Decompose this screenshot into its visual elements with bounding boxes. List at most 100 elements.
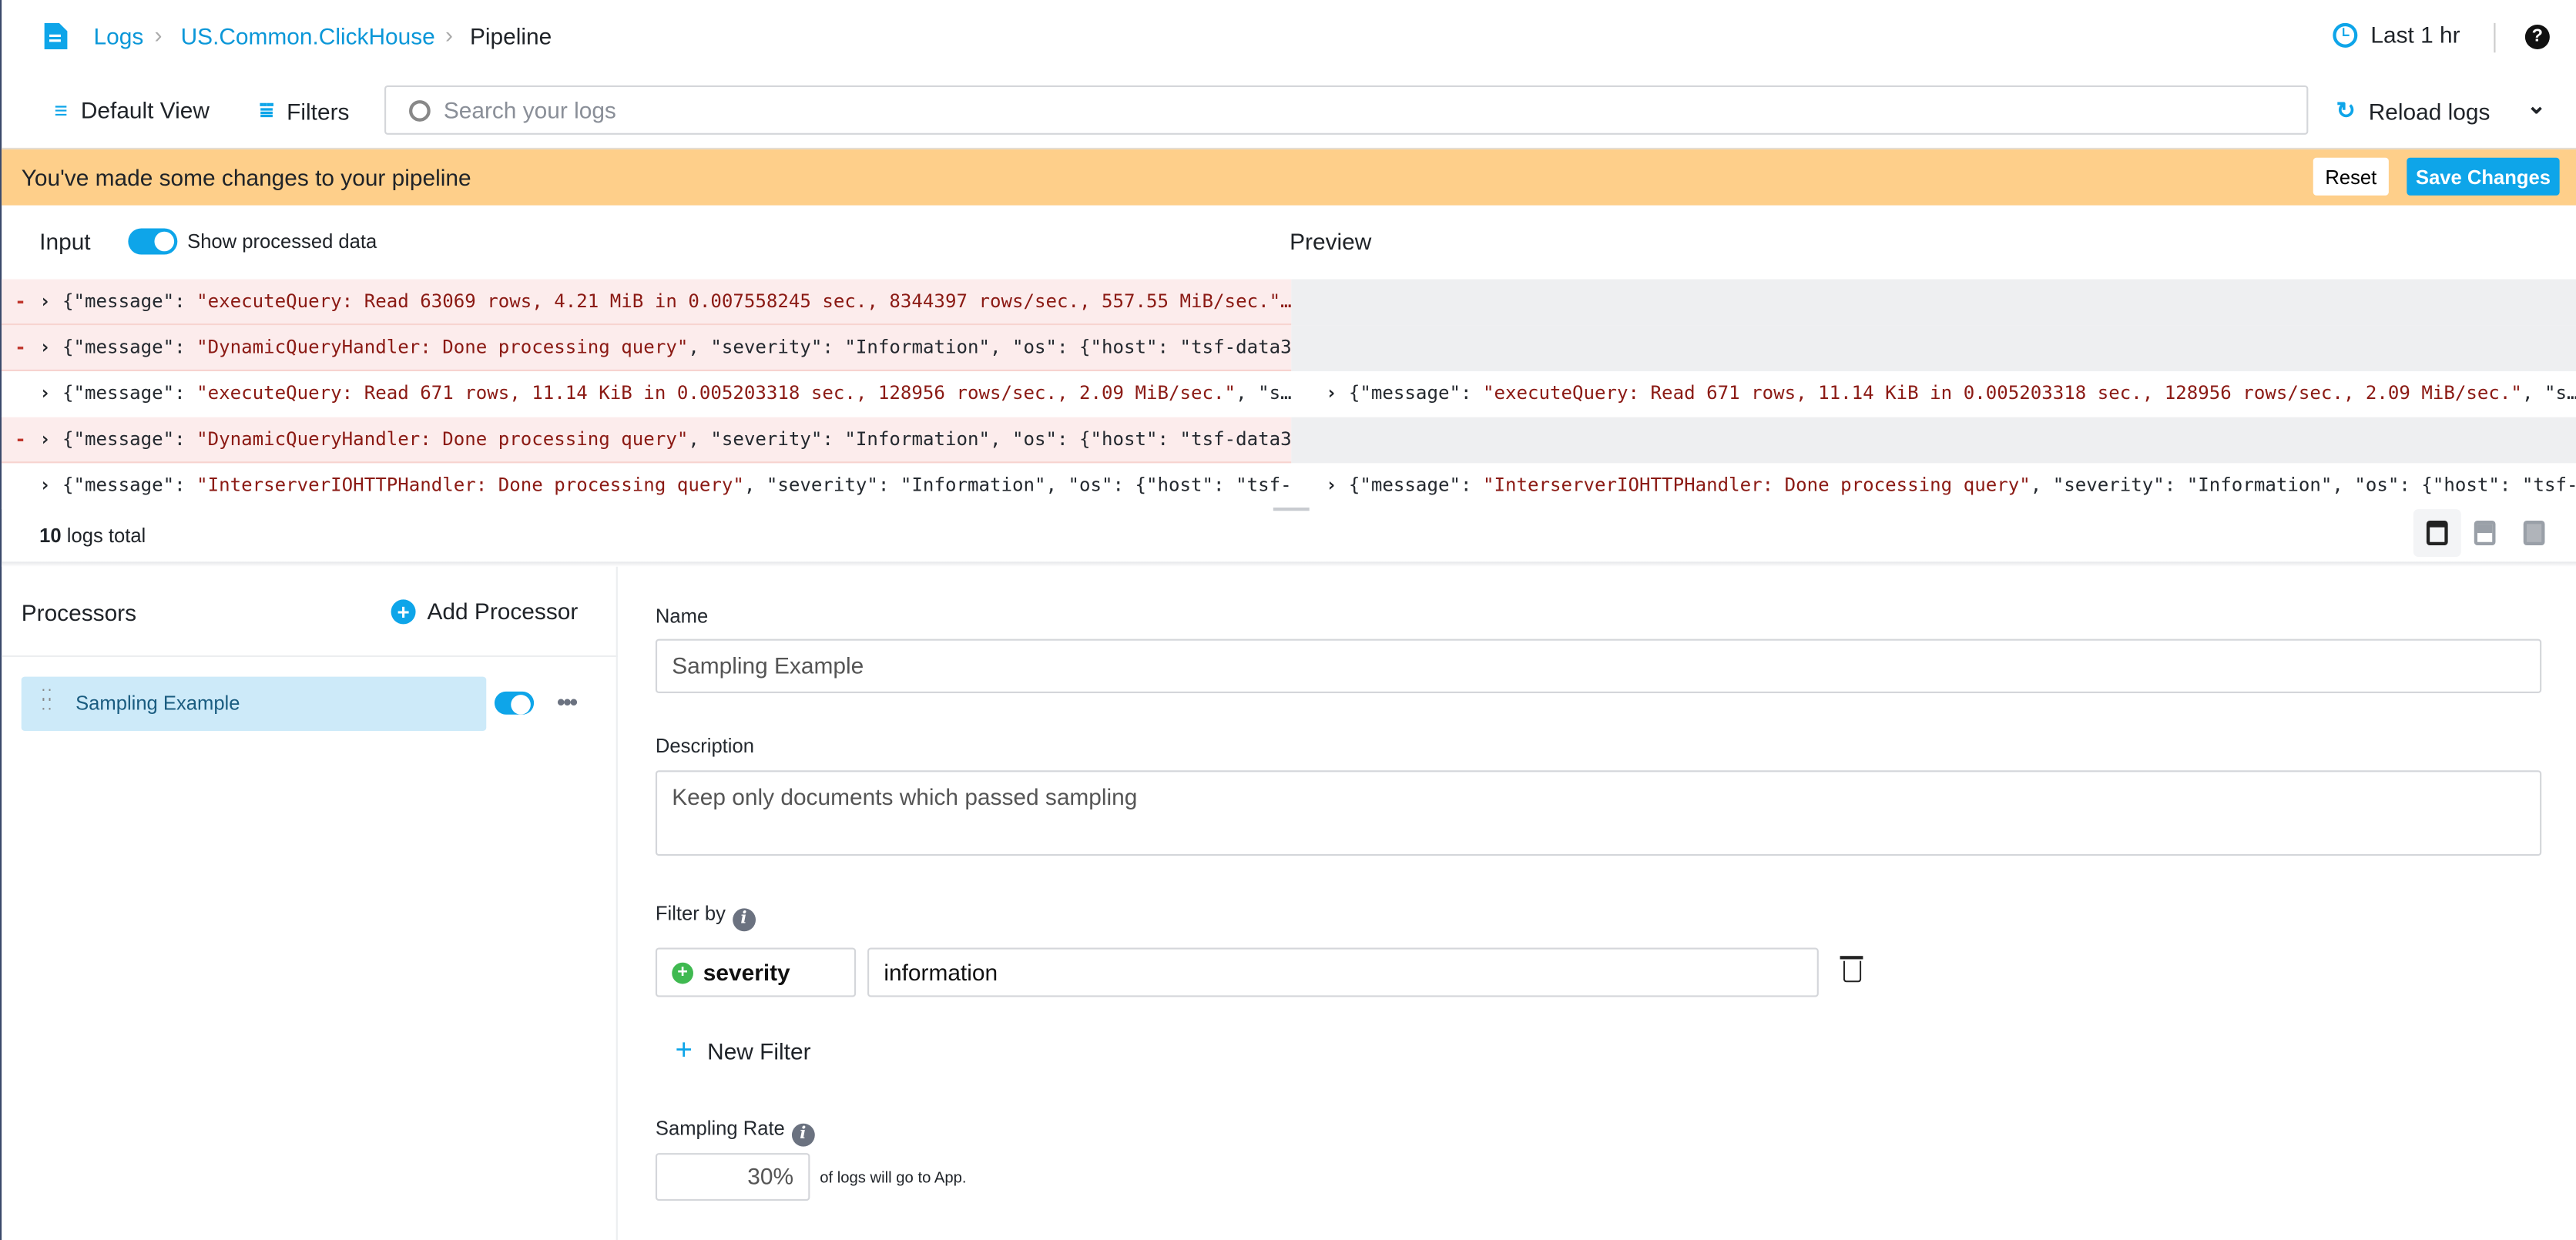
sampling-rate-label: Sampling Rate i [655,1117,815,1147]
filter-field-select[interactable]: + severity [655,947,857,997]
time-range-button[interactable]: Last 1 hr [2333,22,2460,48]
log-row-preview [1291,325,2576,371]
filter-value-input[interactable]: information [867,947,1819,997]
expand-chevron-icon[interactable]: › [39,371,51,416]
drag-handle-icon[interactable]: ⁚⁚ ⁚⁚ [41,688,53,712]
expand-chevron-icon[interactable]: › [1326,463,1337,509]
new-filter-button[interactable]: + New Filter [676,1033,811,1067]
processors-heading: Processors [21,599,137,626]
log-row-input[interactable]: - › {"message": "DynamicQueryHandler: Done… [2,417,1292,464]
layout-split-icon[interactable] [2474,521,2496,546]
removed-marker-icon: - [15,290,26,313]
expand-chevron-icon[interactable]: › [39,463,51,508]
removed-marker-icon: - [15,337,26,358]
expand-chevron-icon[interactable]: › [39,325,51,370]
default-view-label: Default View [80,96,210,123]
sampling-rate-text: Sampling Rate [655,1117,785,1141]
chevron-down-icon[interactable]: ⌄ [2527,92,2546,119]
log-message: "DynamicQueryHandler: Done processing qu… [196,428,689,451]
log-key: {"message": [1348,382,1483,404]
filters-button[interactable]: ⩸ Filters [260,97,350,125]
name-input[interactable]: Sampling Example [655,638,2542,693]
resize-handle[interactable] [1273,507,1310,511]
plus-icon: + [675,1033,693,1067]
processor-enabled-toggle[interactable] [494,691,535,715]
divider [2494,22,2496,53]
filters-label: Filters [287,97,350,125]
log-message: "executeQuery: Read 63069 rows, 4.21 MiB… [196,290,1292,313]
processor-name: Sampling Example [75,691,240,715]
reset-button[interactable]: Reset [2313,157,2389,196]
name-label: Name [655,604,709,628]
layout-full-button[interactable] [2413,509,2461,557]
log-rest: , "severity": "Information", "os": {"hos… [688,428,1292,451]
new-filter-label: New Filter [707,1037,811,1064]
trash-icon[interactable] [1840,956,1863,983]
info-icon[interactable]: i [791,1123,815,1147]
log-key: {"message": [62,428,197,451]
log-message: "executeQuery: Read 671 rows, 11.14 KiB … [196,382,1236,404]
filter-field-value: severity [703,959,790,986]
save-changes-button[interactable]: Save Changes [2407,157,2560,196]
log-row-input[interactable]: › {"message": "executeQuery: Read 671 row… [2,370,1292,417]
breadcrumb-logs[interactable]: Logs [94,23,144,49]
info-icon[interactable]: i [732,908,756,932]
clock-icon [2333,22,2358,47]
search-icon [409,99,431,121]
log-key: {"message": [62,382,197,404]
logs-count-value: 10 [39,524,62,548]
breadcrumb-separator: › [444,21,453,48]
divider [2,655,618,658]
log-message: "InterserverIOHTTPHandler: Done processi… [1482,474,2031,497]
show-processed-label: Show processed data [187,230,377,253]
log-key: {"message": [62,474,197,497]
log-row-preview[interactable]: › {"message": "executeQuery: Read 671 row… [1291,370,2576,417]
log-rest: , "s… [2521,382,2576,404]
processor-item[interactable]: ⁚⁚ ⁚⁚ Sampling Example [21,676,487,732]
log-message: "DynamicQueryHandler: Done processing qu… [196,337,689,358]
reload-icon: ↻ [2336,96,2356,123]
filter-by-text: Filter by [655,901,726,925]
log-key: {"message": [62,337,197,358]
show-processed-toggle[interactable] [128,228,178,255]
breadcrumb-source[interactable]: US.Common.ClickHouse [181,23,435,49]
expand-chevron-icon[interactable]: › [1326,371,1337,417]
log-message: "InterserverIOHTTPHandler: Done processi… [196,474,744,497]
time-range-label: Last 1 hr [2370,21,2460,48]
breadcrumb-separator: › [154,21,163,48]
add-processor-button[interactable]: + Add Processor [391,598,579,625]
log-json: {"message": "DynamicQueryHandler: Done p… [62,325,1291,370]
help-icon[interactable]: ? [2524,24,2550,49]
log-json: {"message": "InterserverIOHTTPHandler: D… [62,463,1291,508]
default-view-button[interactable]: ≡ Default View [54,97,210,123]
log-row-input[interactable]: - › {"message": "DynamicQueryHandler: Done… [2,325,1292,371]
preview-heading: Preview [1290,228,1372,255]
add-processor-label: Add Processor [427,598,579,625]
log-json: {"message": "executeQuery: Read 63069 ro… [62,280,1292,324]
input-heading: Input [39,228,91,255]
expand-chevron-icon[interactable]: › [39,417,51,462]
log-key: {"message": [1348,474,1483,497]
log-rest: , "severity": "Information", "os": {"hos… [2030,474,2576,497]
description-textarea[interactable]: Keep only documents which passed samplin… [655,770,2542,856]
log-row-input[interactable]: › {"message": "InterserverIOHTTPHandler: … [2,463,1292,510]
expand-chevron-icon[interactable]: › [39,280,51,324]
reload-logs-button[interactable]: ↻ Reload logs [2336,97,2490,125]
log-row-preview[interactable]: › {"message": "InterserverIOHTTPHandler: … [1291,463,2576,510]
more-options-icon[interactable]: ••• [557,689,578,715]
removed-marker-icon: - [15,428,26,451]
sampling-rate-input[interactable]: 30% [655,1153,810,1201]
layout-bottom-icon[interactable] [2523,521,2545,546]
log-rest: , "s… [1236,382,1292,404]
reload-label: Reload logs [2368,97,2490,125]
search-input[interactable]: Search your logs [384,85,2309,135]
sampling-rate-suffix: of logs will go to App. [820,1169,967,1188]
log-json: {"message": "DynamicQueryHandler: Done p… [62,417,1292,462]
unsaved-changes-banner: You've made some changes to your pipelin… [2,147,2576,206]
layout-top-icon [2426,521,2448,546]
log-row-input[interactable]: - › {"message": "executeQuery: Read 63069 … [2,279,1292,326]
processors-panel: Processors + Add Processor ⁚⁚ ⁚⁚ Sampling… [2,566,618,1240]
plus-circle-icon: + [391,598,416,624]
processor-form: Name Sampling Example Description Keep o… [619,567,2576,1240]
logs-document-icon [44,22,68,49]
